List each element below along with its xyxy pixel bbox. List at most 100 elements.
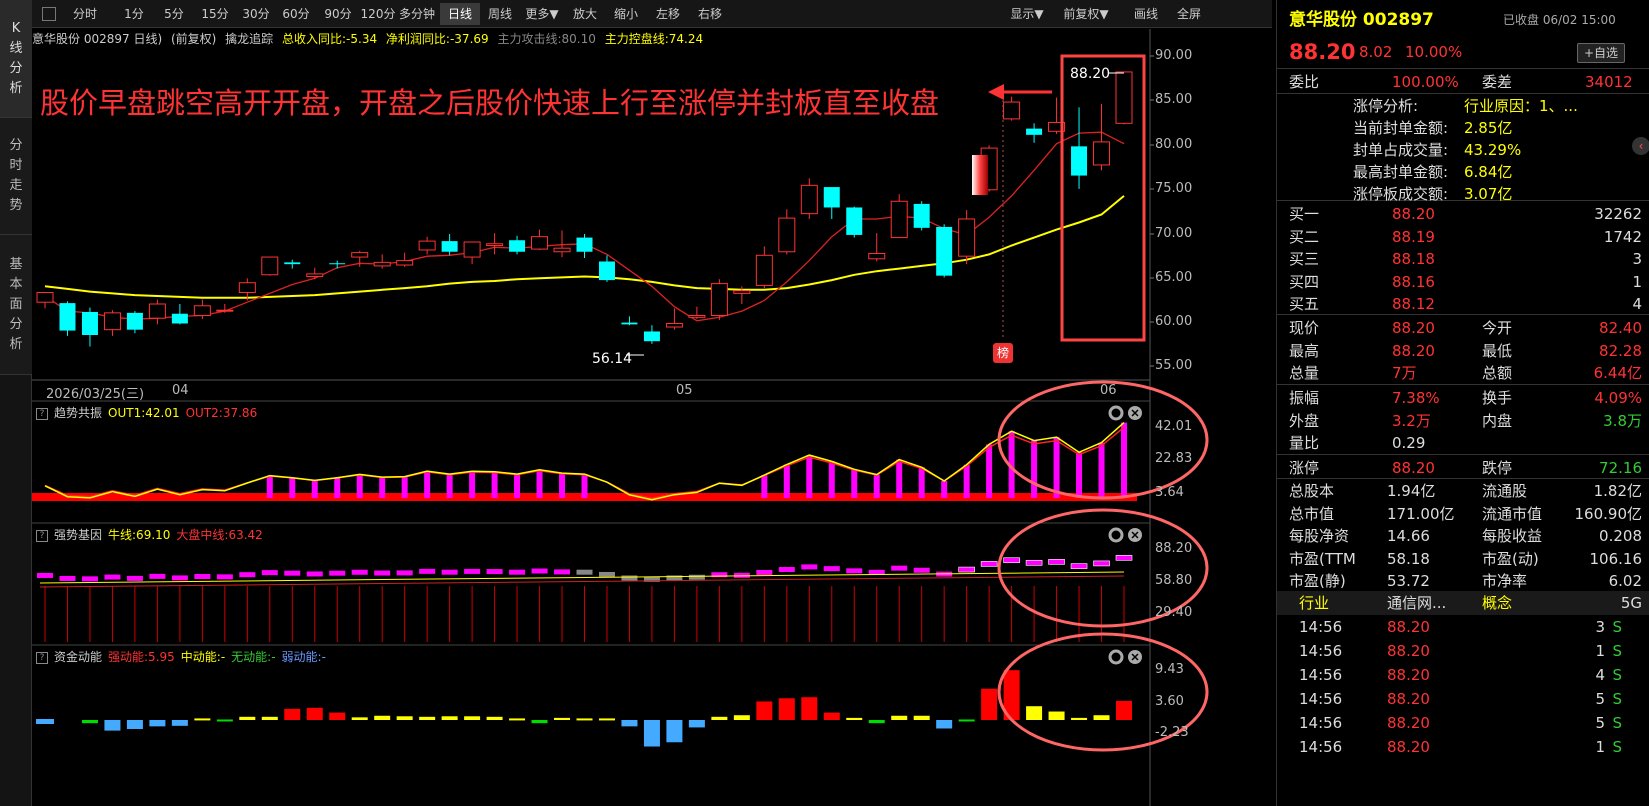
stat-row-cell: 现价 [1289, 319, 1320, 337]
sub3-bar [936, 720, 953, 729]
sub2-bar [846, 568, 863, 574]
y-tick: 90.00 [1155, 48, 1193, 63]
sub3-bar [688, 720, 705, 728]
sub1-bar [289, 477, 296, 498]
sub2-bar [891, 565, 908, 571]
stat2-row-cell: 4.09% [1594, 389, 1642, 407]
y-tick: 65.00 [1155, 270, 1193, 285]
candle-body-down [126, 312, 143, 330]
fund-row-cell: 1.82亿 [1593, 482, 1642, 500]
tick-row-cell: 14:56 [1299, 714, 1343, 732]
stat2-row-cell: 换手 [1482, 389, 1513, 407]
sector-cell[interactable]: 概念 [1482, 591, 1512, 615]
x-label-month: 06 [1100, 383, 1117, 398]
sub3-bar [1048, 711, 1065, 720]
sub2-bar [980, 561, 998, 567]
sub3-title[interactable]: 资金动能 [54, 650, 102, 664]
candle-body-up [958, 218, 976, 257]
sub3-bar [351, 717, 368, 720]
tick-row-cell: S [1612, 690, 1622, 708]
sub3-weak: 弱动能:- [281, 650, 326, 664]
limit-info-row-cell: 6.84亿 [1464, 163, 1513, 181]
sub2-bar [126, 575, 143, 581]
sub1-bar [1031, 440, 1038, 498]
limit-row-cell: 88.20 [1392, 459, 1435, 477]
sector-cell[interactable]: 通信网... [1387, 591, 1446, 615]
sub3-bar [36, 719, 54, 724]
sub2-tick: 88.20 [1155, 541, 1193, 556]
sub2-bar [576, 569, 593, 575]
y-tick: 55.00 [1155, 358, 1193, 373]
sub3-bar [284, 708, 301, 720]
tick-row-cell: 88.20 [1387, 618, 1430, 636]
sub3-bar [801, 697, 818, 720]
y-tick: 70.00 [1155, 226, 1193, 241]
fund-row-cell: 14.66 [1387, 527, 1430, 545]
candle-body-up [36, 291, 54, 303]
candle-body-down [1071, 146, 1088, 176]
sub3-bar [126, 720, 143, 730]
limit-info-row: 涨停分析: 行业原因：1、... [1277, 94, 1649, 118]
tick-row-cell: 88.20 [1387, 738, 1430, 756]
help-icon[interactable]: ? [36, 651, 48, 664]
sub2-bar [171, 575, 188, 581]
fund-row-cell: 171.00亿 [1387, 504, 1455, 523]
sub2-header: ? 强势基因 牛线:69.10 大盘中线:63.42 [32, 525, 1272, 545]
tick-row-cell: 3 [1595, 618, 1605, 636]
weicha-value: 34012 [1585, 73, 1633, 91]
sub1-header: ? 趋势共振 OUT1:42.01 OUT2:37.86 [32, 403, 1272, 423]
limit-info-row: 当前封单金额: 2.85亿 [1277, 116, 1649, 140]
candle-body-up [351, 252, 369, 258]
limit-info-row: 封单占成交量: 43.29% [1277, 138, 1649, 162]
tick-row-cell: S [1612, 666, 1622, 684]
stat2-row-cell: 3.2万 [1392, 411, 1431, 430]
sub3-bar [666, 720, 683, 743]
sub3-bar [486, 716, 503, 720]
sub3-bar [509, 718, 526, 721]
candle-body-up [396, 260, 414, 266]
sub1-tick: 42.01 [1155, 419, 1193, 434]
bid-row-cell: 88.12 [1392, 295, 1435, 313]
bid-row-cell: 3 [1632, 250, 1642, 268]
fund-row-cell: 0.208 [1599, 527, 1642, 545]
sub2-bar [1048, 559, 1065, 565]
sector-row[interactable]: 行业 通信网... 概念 5G [1277, 591, 1649, 615]
candle-body-down [823, 187, 840, 208]
weicha-label: 委差 [1482, 73, 1513, 91]
bid-row: 买一 88.20 32262 [1277, 202, 1649, 226]
bid-row-cell: 买五 [1289, 295, 1320, 313]
fund-row-cell: 总市值 [1289, 504, 1335, 523]
bid-row-cell: 买四 [1289, 272, 1320, 291]
ranking-badge[interactable]: 榜 [993, 343, 1013, 363]
limit-row-cell: 72.16 [1599, 459, 1642, 477]
quote-panel: 意华股份 002897 已收盘 06/02 15:00 88.20 8.02 1… [1276, 0, 1649, 806]
sub3-bar [711, 716, 728, 720]
sub1-bar [918, 467, 925, 498]
sub1-title[interactable]: 趋势共振 [54, 406, 102, 420]
sub3-tick: 9.43 [1155, 662, 1184, 677]
stat-row: 总量 7万 总额 6.44亿 [1277, 361, 1649, 385]
sub2-bar [419, 568, 436, 574]
stat2-row-cell: 7.38% [1392, 389, 1440, 407]
sub3-bar [868, 720, 885, 724]
candle-body-down [81, 311, 98, 335]
bid-row-cell: 买二 [1289, 227, 1320, 246]
stat-row-cell: 总量 [1289, 364, 1320, 382]
tick-row: 14:56 88.20 1 S [1277, 735, 1649, 759]
sub3-bar [1116, 700, 1132, 720]
help-icon[interactable]: ? [36, 407, 48, 420]
add-watchlist-button[interactable]: +自选 [1577, 43, 1626, 63]
sub2-bar [509, 569, 526, 575]
stat-row-cell: 7万 [1392, 364, 1417, 382]
tick-row-cell: 88.20 [1387, 666, 1430, 684]
stat-row-cell: 88.20 [1392, 319, 1435, 337]
sector-cell[interactable]: 5G [1621, 591, 1642, 615]
sub3-bar [329, 712, 346, 720]
tick-row: 14:56 88.20 3 S [1277, 615, 1649, 639]
sub2-title[interactable]: 强势基因 [54, 528, 102, 542]
sector-cell[interactable]: 行业 [1299, 591, 1329, 615]
bid-row: 买三 88.18 3 [1277, 247, 1649, 271]
y-tick: 85.00 [1155, 92, 1193, 107]
candle-body-up [733, 290, 751, 294]
help-icon[interactable]: ? [36, 529, 48, 542]
